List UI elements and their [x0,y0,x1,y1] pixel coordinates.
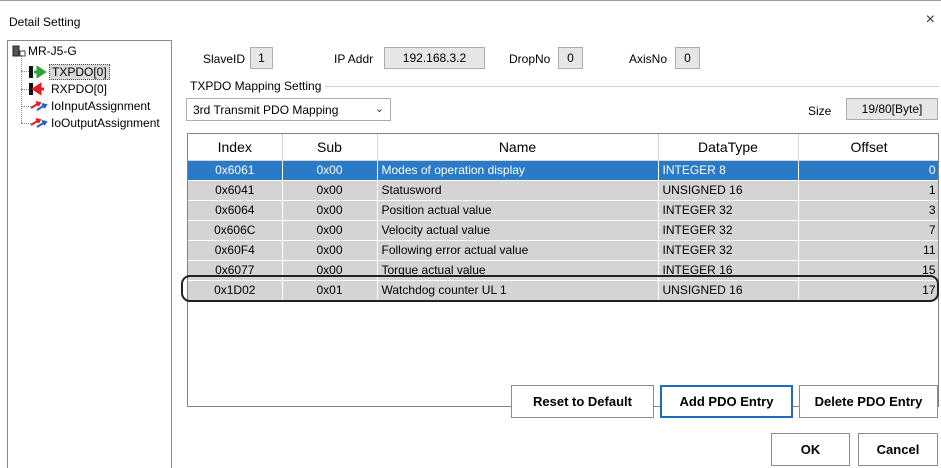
tree-root-label: MR-J5-G [28,44,77,58]
cell-name: Torque actual value [377,260,659,281]
table-row[interactable]: 0x60F4 0x00 Following error actual value… [188,240,938,261]
io-assign-icon [30,101,48,111]
slave-id-label: SlaveID [203,52,246,66]
cell-sub: 0x00 [282,220,378,241]
tree-item-label: IoOutputAssignment [51,116,160,130]
cell-datatype: UNSIGNED 16 [658,180,799,201]
delete-pdo-entry-button[interactable]: Delete PDO Entry [799,385,938,418]
cell-sub: 0x00 [282,180,378,201]
pdo-mapping-select[interactable]: 3rd Transmit PDO Mapping ⌄ [186,98,391,121]
cell-datatype: INTEGER 32 [658,220,799,241]
cell-index: 0x6061 [188,160,283,181]
cell-index: 0x60F4 [188,240,283,261]
cell-sub: 0x00 [282,200,378,221]
ok-button[interactable]: OK [771,433,850,466]
ip-addr-label: IP Addr [334,52,374,66]
cell-sub: 0x00 [282,160,378,181]
cell-sub: 0x00 [282,260,378,281]
cell-datatype: INTEGER 8 [658,160,799,181]
pdo-mapping-select-value: 3rd Transmit PDO Mapping [193,103,339,117]
cell-offset: 0 [798,160,938,181]
tree-item-label: TXPDO[0] [49,64,110,80]
table-row[interactable]: 0x1D02 0x01 Watchdog counter UL 1 UNSIGN… [188,280,938,301]
chevron-down-icon: ⌄ [374,103,384,115]
column-header-index[interactable]: Index [188,134,283,161]
tree-item-rxpdo[interactable]: RXPDO[0] [29,82,109,96]
cell-datatype: INTEGER 32 [658,200,799,221]
cell-sub: 0x00 [282,240,378,261]
rx-arrow-icon [29,82,44,96]
table-row[interactable]: 0x6064 0x00 Position actual value INTEGE… [188,200,938,221]
cell-offset: 3 [798,200,938,221]
size-field: 19/80[Byte] [846,98,938,120]
table-header-row: Index Sub Name DataType Offset [188,134,938,161]
cell-index: 0x6064 [188,200,283,221]
cell-index: 0x606C [188,220,283,241]
ip-addr-field: 192.168.3.2 [384,47,485,69]
cell-index: 0x1D02 [188,280,283,301]
cell-datatype: INTEGER 16 [658,260,799,281]
mapping-group-label: TXPDO Mapping Setting [190,79,322,93]
size-label: Size [808,104,832,118]
table-row[interactable]: 0x6061 0x00 Modes of operation display I… [188,160,938,181]
column-header-datatype[interactable]: DataType [658,134,799,161]
tx-arrow-icon [29,65,47,79]
device-icon [12,45,26,56]
title-bar: Detail Setting × [0,0,941,34]
window-title: Detail Setting [9,15,81,29]
tree-item-txpdo[interactable]: TXPDO[0] [29,64,110,80]
cell-datatype: UNSIGNED 16 [658,280,799,301]
cell-offset: 17 [798,280,938,301]
cell-name: Position actual value [377,200,659,221]
tree-item-label: RXPDO[0] [51,82,108,96]
cell-sub: 0x01 [282,280,378,301]
cell-index: 0x6041 [188,180,283,201]
cell-name: Velocity actual value [377,220,659,241]
close-icon[interactable]: × [926,11,935,29]
slave-id-field: 1 [250,47,273,69]
io-assign-icon [30,118,48,128]
cell-name: Statusword [377,180,659,201]
table-row[interactable]: 0x606C 0x00 Velocity actual value INTEGE… [188,220,938,241]
group-divider [325,86,939,87]
reset-to-default-button[interactable]: Reset to Default [511,385,654,418]
column-header-offset[interactable]: Offset [798,134,938,161]
tree-root-mr-j5-g[interactable]: MR-J5-G [12,44,79,58]
add-pdo-entry-button[interactable]: Add PDO Entry [660,385,793,418]
drop-no-label: DropNo [509,52,551,66]
tree-item-label: IoInputAssignment [51,99,151,113]
tree-item-io-input-assignment[interactable]: IoInputAssignment [29,99,152,113]
pdo-tree: MR-J5-G TXPDO[0] RXPDO[0] IoInputAssignm… [7,40,172,468]
cell-name: Following error actual value [377,240,659,261]
cell-datatype: INTEGER 32 [658,240,799,261]
cancel-button[interactable]: Cancel [858,433,938,466]
cell-offset: 7 [798,220,938,241]
axis-no-label: AxisNo [629,52,668,66]
column-header-sub[interactable]: Sub [282,134,378,161]
drop-no-field: 0 [558,47,583,69]
pdo-entry-table: Index Sub Name DataType Offset 0x6061 0x… [187,133,939,407]
table-row[interactable]: 0x6077 0x00 Torque actual value INTEGER … [188,260,938,281]
table-row[interactable]: 0x6041 0x00 Statusword UNSIGNED 16 1 [188,180,938,201]
cell-offset: 11 [798,240,938,261]
cell-offset: 1 [798,180,938,201]
cell-index: 0x6077 [188,260,283,281]
cell-name: Watchdog counter UL 1 [377,280,659,301]
cell-offset: 15 [798,260,938,281]
column-header-name[interactable]: Name [377,134,659,161]
cell-name: Modes of operation display [377,160,659,181]
tree-item-io-output-assignment[interactable]: IoOutputAssignment [29,116,162,130]
axis-no-field: 0 [675,47,700,69]
